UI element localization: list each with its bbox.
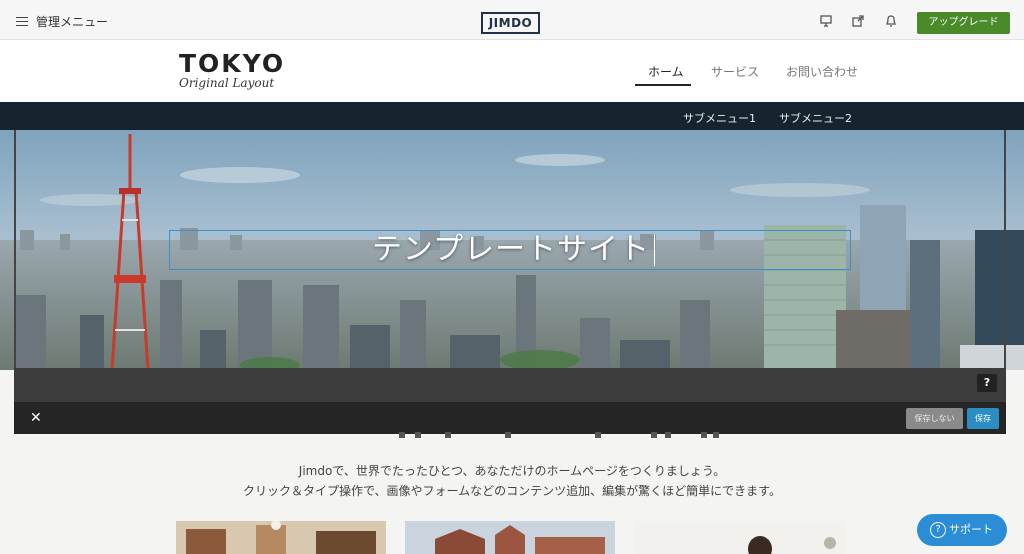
editor-panel: ? ✕ 保存しない 保存 xyxy=(14,368,1006,434)
subnav-item-1[interactable]: サブメニュー1 xyxy=(683,110,756,126)
admin-bar: 管理メニュー JIMDO アップグレード xyxy=(0,0,1024,40)
intro-text-line-1: Jimdoで、世界でたったひとつ、あなただけのホームページをつくりましょう。 xyxy=(298,464,726,478)
text-cursor xyxy=(654,234,655,266)
editor-action-bar: ✕ 保存しない 保存 xyxy=(14,402,1006,434)
subnav-item-2[interactable]: サブメニュー2 xyxy=(779,110,852,126)
support-label: サポート xyxy=(949,523,993,536)
jimdo-logo: JIMDO xyxy=(481,12,540,34)
hero-title-editor[interactable]: テンプレートサイト xyxy=(169,230,851,270)
thumbnail-person[interactable] xyxy=(635,521,845,554)
close-icon[interactable]: ✕ xyxy=(30,410,42,426)
hero-image: テンプレートサイト xyxy=(0,130,1024,370)
admin-menu-label: 管理メニュー xyxy=(36,15,109,29)
brand-title: TOKYO xyxy=(179,49,286,78)
dont-save-button[interactable]: 保存しない xyxy=(906,408,963,429)
site-logo[interactable]: TOKYO Original Layout xyxy=(179,49,286,91)
brand-subtitle: Original Layout xyxy=(179,76,275,90)
sub-navigation: サブメニュー1 サブメニュー2 xyxy=(0,102,1024,130)
share-icon[interactable] xyxy=(851,14,865,28)
hamburger-icon xyxy=(16,16,28,27)
admin-menu-button[interactable]: 管理メニュー xyxy=(16,13,108,30)
bell-icon[interactable] xyxy=(884,14,898,28)
help-button[interactable]: ? xyxy=(977,374,997,392)
site-header: TOKYO Original Layout ホーム サービス お問い合わせ xyxy=(0,40,1024,102)
question-circle-icon: ? xyxy=(930,522,946,538)
nav-services[interactable]: サービス xyxy=(711,63,759,80)
nav-home[interactable]: ホーム xyxy=(648,63,684,80)
save-button[interactable]: 保存 xyxy=(967,408,999,429)
support-button[interactable]: ? サポート xyxy=(917,514,1007,546)
nav-active-underline xyxy=(635,84,691,86)
intro-text-line-2: クリック＆タイプ操作で、画像やフォームなどのコンテンツ追加、編集が驚くほど簡単に… xyxy=(243,484,781,498)
monitor-icon[interactable] xyxy=(819,14,833,28)
upgrade-button[interactable]: アップグレード xyxy=(917,12,1010,34)
hero-title[interactable]: テンプレートサイト xyxy=(170,231,852,271)
clipped-heading xyxy=(395,432,725,438)
thumbnail-cafe[interactable] xyxy=(176,521,386,554)
page: 管理メニュー JIMDO アップグレード TOKYO Original Layo… xyxy=(0,0,1024,554)
nav-contact[interactable]: お問い合わせ xyxy=(786,63,858,80)
thumbnail-station[interactable] xyxy=(405,521,615,554)
